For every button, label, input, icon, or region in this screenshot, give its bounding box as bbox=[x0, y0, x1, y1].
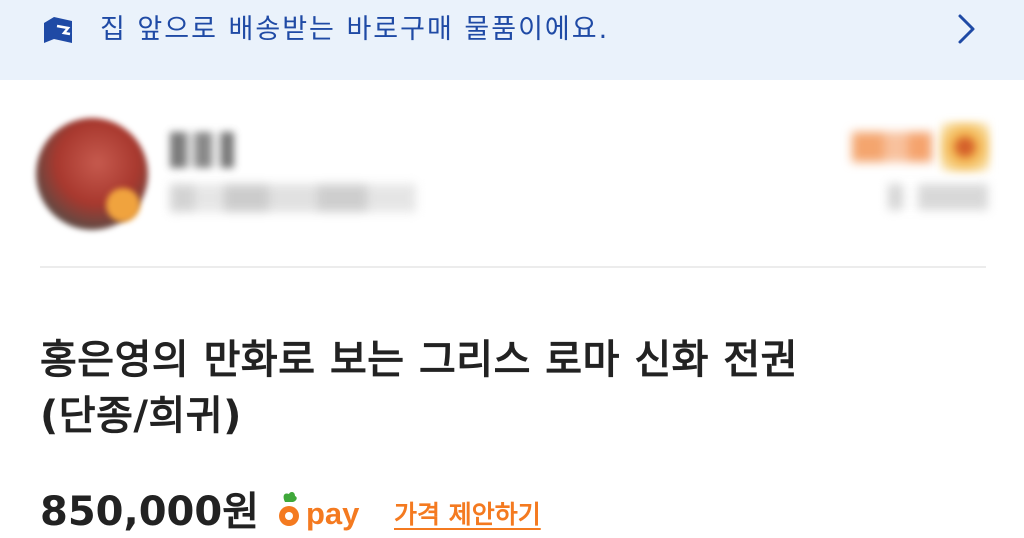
manner-label-blurred[interactable] bbox=[888, 184, 988, 210]
carrot-pay-icon bbox=[279, 491, 299, 526]
seller-location-blurred bbox=[170, 184, 416, 212]
divider bbox=[40, 266, 986, 268]
manner-temperature-blurred bbox=[852, 132, 932, 162]
delivery-box-icon bbox=[44, 17, 72, 43]
product-title-line2: (단종/희귀) bbox=[40, 393, 242, 439]
product-title: 홍은영의 만화로 보는 그리스 로마 신화 전권 (단종/희귀) bbox=[40, 332, 1000, 444]
seller-name-blurred[interactable] bbox=[170, 132, 234, 168]
manner-face-icon bbox=[940, 122, 990, 172]
avatar-badge bbox=[106, 188, 140, 222]
product-price: 850,000원 bbox=[40, 489, 259, 535]
price-offer-link[interactable]: 가격 제안하기 bbox=[394, 498, 541, 532]
banner-text: 집 앞으로 배송받는 바로구매 물품이에요. bbox=[100, 14, 610, 45]
pay-label: pay bbox=[306, 496, 360, 531]
chevron-right-icon[interactable] bbox=[956, 12, 978, 46]
product-title-line1: 홍은영의 만화로 보는 그리스 로마 신화 전권 bbox=[40, 337, 798, 383]
direct-buy-banner[interactable]: 집 앞으로 배송받는 바로구매 물품이에요. bbox=[0, 0, 1024, 80]
